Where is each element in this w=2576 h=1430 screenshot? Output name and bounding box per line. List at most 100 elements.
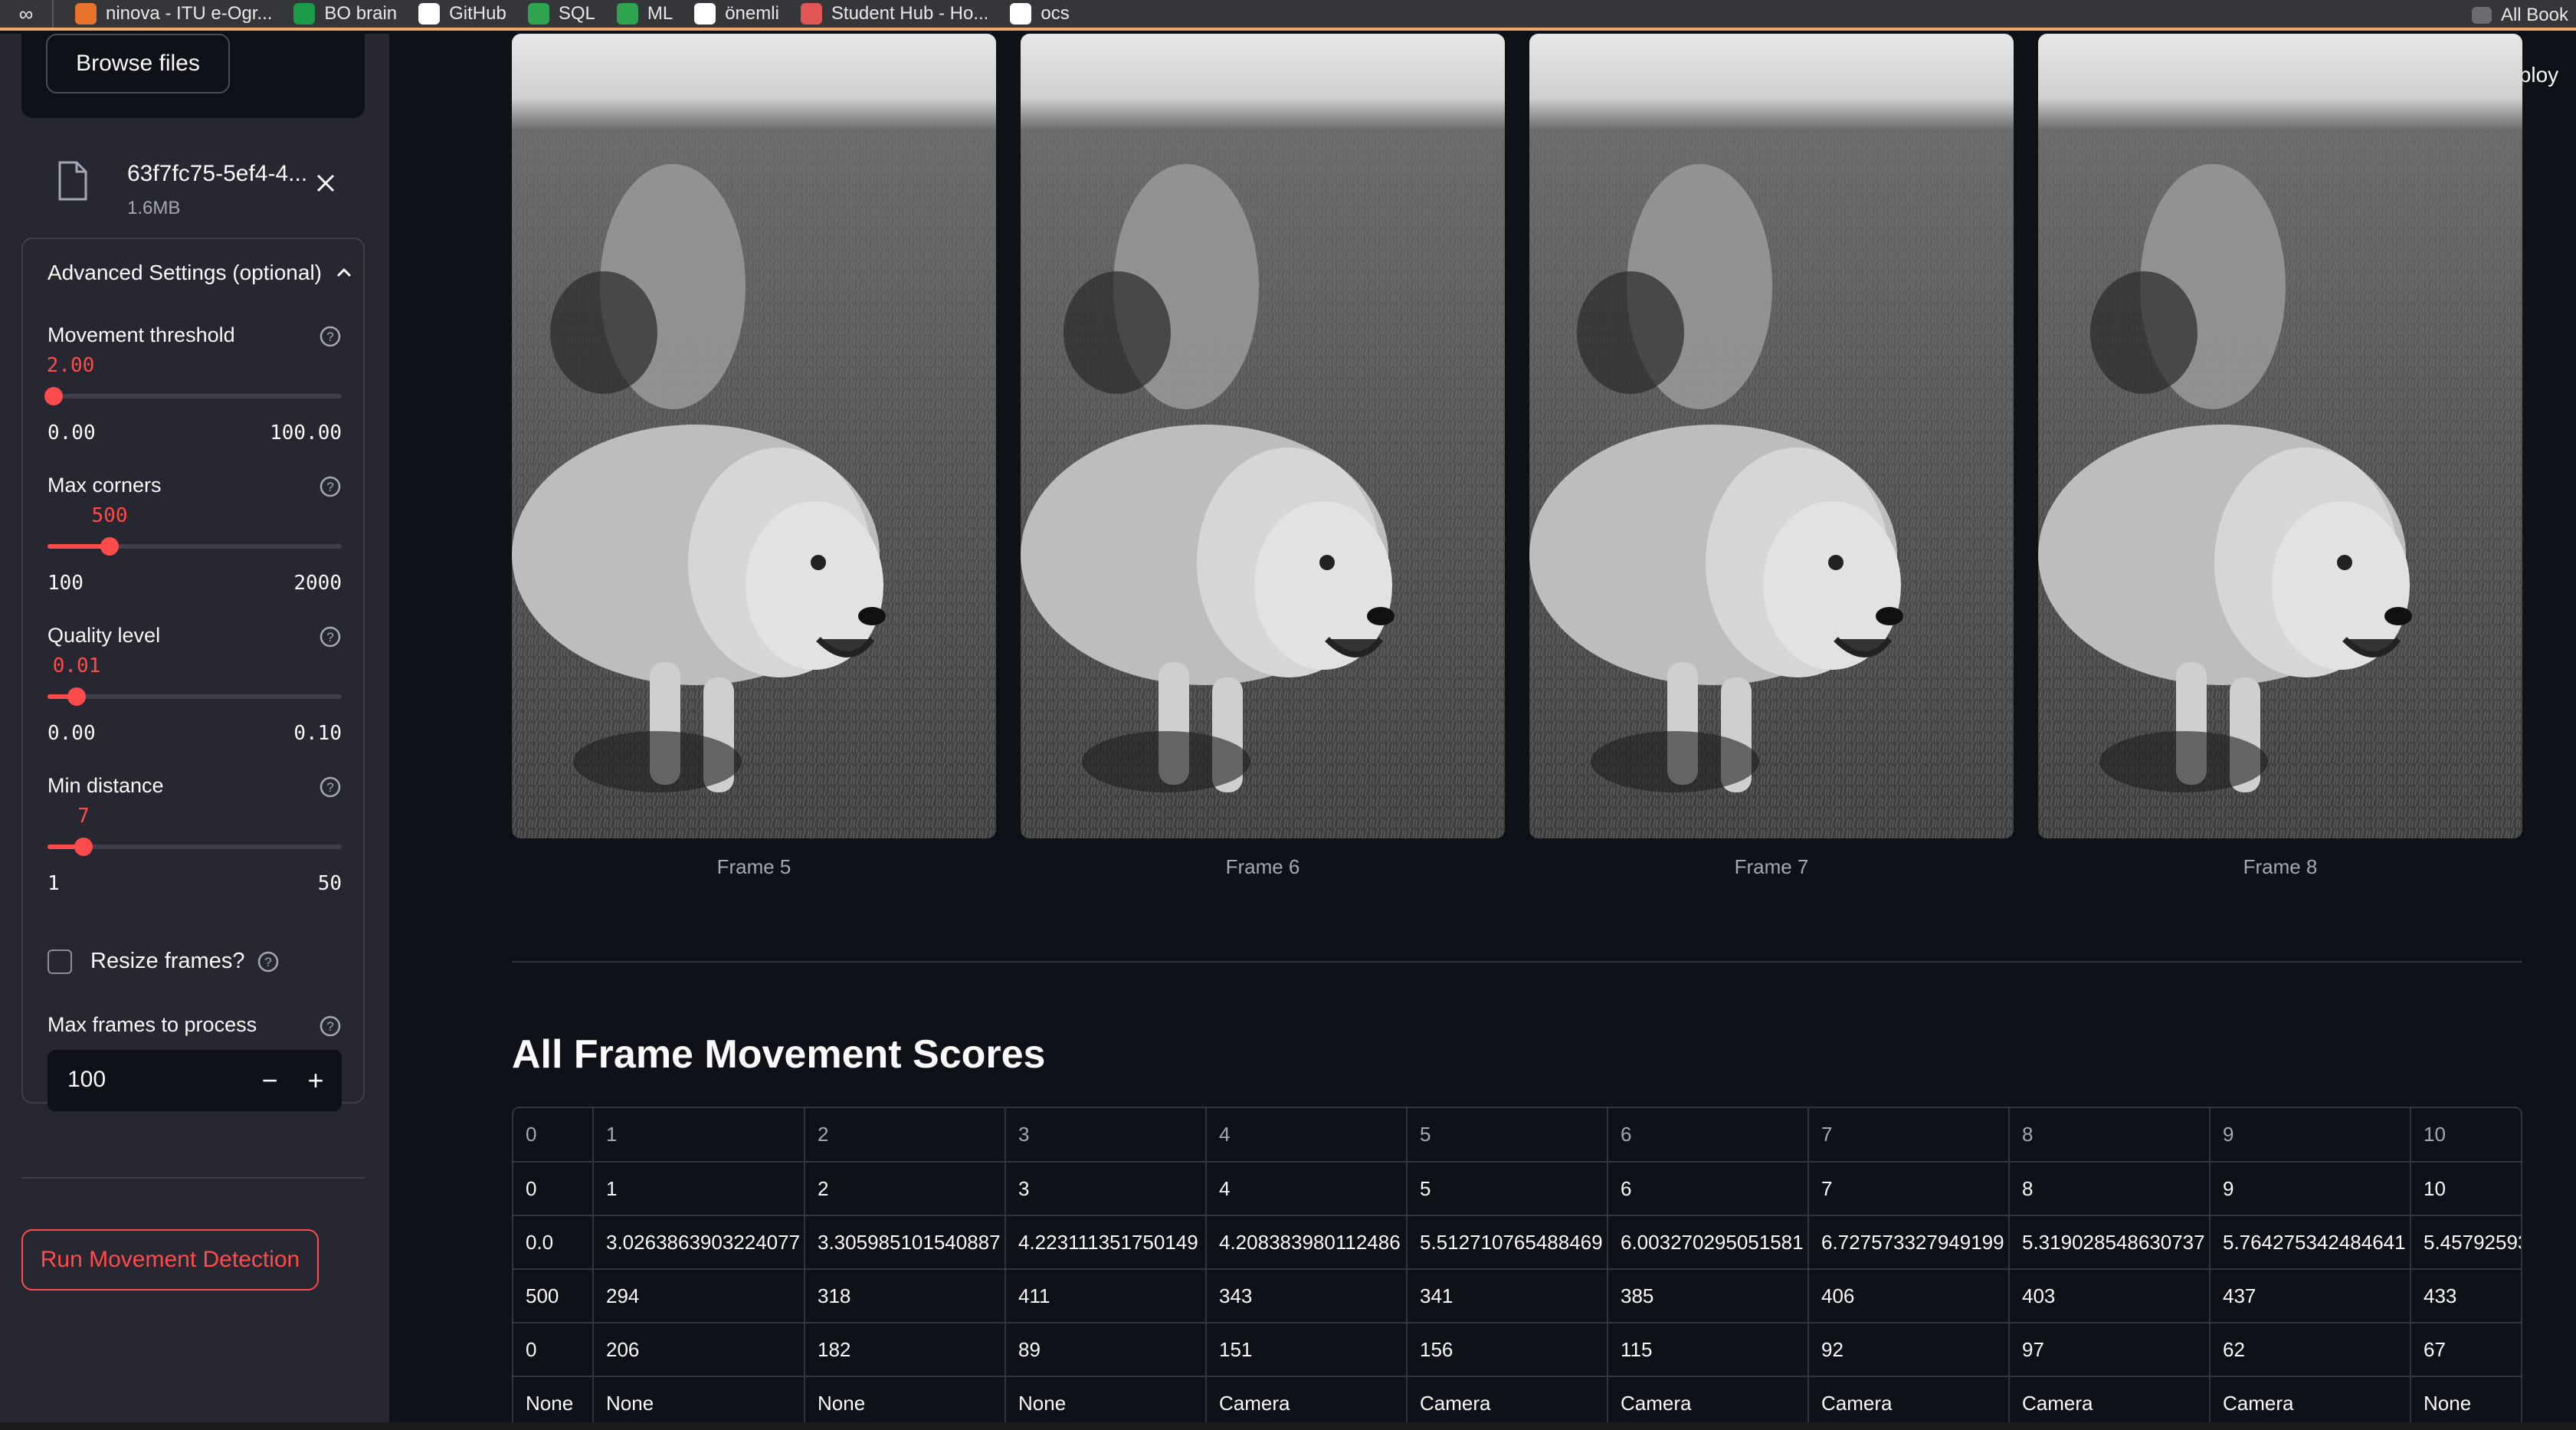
slider-thumb[interactable] xyxy=(67,687,86,706)
table-cell[interactable]: 318 xyxy=(805,1269,1006,1323)
browse-files-button[interactable]: Browse files xyxy=(46,34,230,93)
column-header[interactable]: 10 xyxy=(2410,1108,2521,1163)
svg-text:?: ? xyxy=(326,630,333,644)
table-cell[interactable]: 5.319028548630737 xyxy=(2009,1215,2211,1270)
table-cell[interactable]: 97 xyxy=(2009,1323,2211,1377)
file-uploader: Browse files xyxy=(21,34,365,118)
table-cell[interactable]: 10 xyxy=(2410,1162,2521,1216)
bookmark-item[interactable]: SQL xyxy=(527,0,595,28)
table-cell[interactable]: 5.512710765488469 xyxy=(1407,1215,1608,1270)
bookmark-item[interactable]: GitHub xyxy=(418,0,506,28)
table-cell[interactable]: 437 xyxy=(2210,1269,2411,1323)
table-cell[interactable]: 3.305985101540887 xyxy=(805,1215,1006,1270)
table-cell[interactable]: 2 xyxy=(805,1162,1006,1216)
table-cell[interactable]: 343 xyxy=(1206,1269,1408,1323)
frame-image xyxy=(512,34,996,838)
table-cell[interactable]: 6.003270295051581 xyxy=(1608,1215,1809,1270)
table-cell[interactable]: 3.0263863903224077 xyxy=(593,1215,805,1270)
table-cell[interactable]: 115 xyxy=(1608,1323,1809,1377)
column-header[interactable]: 1 xyxy=(593,1108,805,1163)
apps-grid-icon[interactable]: ∞ xyxy=(0,0,54,28)
table-cell[interactable]: 0 xyxy=(513,1162,594,1216)
table-cell[interactable]: 8 xyxy=(2009,1162,2211,1216)
column-header[interactable]: 8 xyxy=(2009,1108,2211,1163)
column-header[interactable]: 4 xyxy=(1206,1108,1408,1163)
table-cell[interactable]: 0.0 xyxy=(513,1215,594,1270)
help-icon[interactable]: ? xyxy=(319,625,342,648)
table-cell[interactable]: 1 xyxy=(593,1162,805,1216)
table-cell[interactable]: 5.764275342484641 xyxy=(2210,1215,2411,1270)
table-cell[interactable]: 9 xyxy=(2210,1162,2411,1216)
close-icon[interactable] xyxy=(314,172,337,195)
max-frames-input[interactable]: 100 − + xyxy=(48,1050,342,1111)
table-cell[interactable]: 67 xyxy=(2410,1323,2521,1377)
help-icon[interactable]: ? xyxy=(319,776,342,799)
resize-frames-row: Resize frames? ? xyxy=(48,949,280,974)
all-bookmarks[interactable]: All Book xyxy=(2471,0,2576,28)
max-frames-label: Max frames to process xyxy=(48,1013,257,1036)
bookmark-item[interactable]: Student Hub - Ho... xyxy=(800,0,988,28)
table-cell[interactable]: 6.727573327949199 xyxy=(1808,1215,2010,1270)
slider-track[interactable] xyxy=(48,544,342,549)
table-cell[interactable]: 403 xyxy=(2009,1269,2211,1323)
table-cell[interactable]: 500 xyxy=(513,1269,594,1323)
table-cell[interactable]: 151 xyxy=(1206,1323,1408,1377)
table-cell[interactable]: 206 xyxy=(593,1323,805,1377)
table-cell[interactable]: 89 xyxy=(1005,1323,1207,1377)
table-cell[interactable]: 182 xyxy=(805,1323,1006,1377)
advanced-settings-header[interactable]: Advanced Settings (optional) xyxy=(48,257,354,288)
bookmark-item[interactable]: ninova - ITU e-Ogr... xyxy=(75,0,273,28)
table-cell[interactable]: 406 xyxy=(1808,1269,2010,1323)
slider-thumb[interactable] xyxy=(74,838,93,856)
slider-value: 2.00 xyxy=(46,354,95,377)
table-cell[interactable]: 92 xyxy=(1808,1323,2010,1377)
bookmark-item[interactable]: BO brain xyxy=(293,0,397,28)
table-cell[interactable]: 341 xyxy=(1407,1269,1608,1323)
slider-track[interactable] xyxy=(48,694,342,699)
table-cell[interactable]: 294 xyxy=(593,1269,805,1323)
help-icon[interactable]: ? xyxy=(319,325,342,348)
table-cell[interactable]: 4.223111351750149 xyxy=(1005,1215,1207,1270)
table-cell[interactable]: 411 xyxy=(1005,1269,1207,1323)
help-icon[interactable]: ? xyxy=(257,950,280,973)
table-cell[interactable]: 7 xyxy=(1808,1162,2010,1216)
frame-caption: Frame 5 xyxy=(716,855,791,878)
onemli-icon xyxy=(694,3,716,25)
help-icon[interactable]: ? xyxy=(319,475,342,498)
column-header[interactable]: 5 xyxy=(1407,1108,1608,1163)
help-icon[interactable]: ? xyxy=(319,1015,342,1038)
column-header[interactable]: 0 xyxy=(513,1108,594,1163)
column-header[interactable]: 2 xyxy=(805,1108,1006,1163)
table-cell[interactable]: 0 xyxy=(513,1323,594,1377)
slider-max: 50 xyxy=(317,872,342,895)
svg-text:?: ? xyxy=(326,780,333,795)
bookmark-label: ninova - ITU e-Ogr... xyxy=(106,3,273,24)
table-cell[interactable]: 156 xyxy=(1407,1323,1608,1377)
frame-image xyxy=(2038,34,2522,838)
slider-thumb[interactable] xyxy=(44,387,63,405)
increment-button[interactable]: + xyxy=(294,1059,337,1102)
bookmark-item[interactable]: önemli xyxy=(694,0,779,28)
column-header[interactable]: 6 xyxy=(1608,1108,1809,1163)
slider-value: 0.01 xyxy=(52,654,101,677)
table-cell[interactable]: 62 xyxy=(2210,1323,2411,1377)
table-cell[interactable]: 5 xyxy=(1407,1162,1608,1216)
table-cell[interactable]: 3 xyxy=(1005,1162,1207,1216)
table-cell[interactable]: 5.45792593 xyxy=(2410,1215,2521,1270)
scores-table[interactable]: 0 1 2 3 4 5 6 7 8 9 10 0 1 2 3 4 5 6 7 8 9 10 0.0 3.0263863903… xyxy=(512,1107,2522,1430)
bookmark-item[interactable]: ML xyxy=(616,0,673,28)
table-cell[interactable]: 6 xyxy=(1608,1162,1809,1216)
decrement-button[interactable]: − xyxy=(248,1059,291,1102)
table-cell[interactable]: 4 xyxy=(1206,1162,1408,1216)
slider-thumb[interactable] xyxy=(100,537,119,556)
table-cell[interactable]: 433 xyxy=(2410,1269,2521,1323)
run-movement-detection-button[interactable]: Run Movement Detection xyxy=(21,1229,319,1291)
bookmark-item[interactable]: ocs xyxy=(1010,0,1070,28)
resize-frames-checkbox[interactable] xyxy=(48,949,72,974)
table-cell[interactable]: 385 xyxy=(1608,1269,1809,1323)
column-header[interactable]: 7 xyxy=(1808,1108,2010,1163)
column-header[interactable]: 3 xyxy=(1005,1108,1207,1163)
column-header[interactable]: 9 xyxy=(2210,1108,2411,1163)
table-cell[interactable]: 4.208383980112486 xyxy=(1206,1215,1408,1270)
slider-track[interactable] xyxy=(48,394,342,398)
